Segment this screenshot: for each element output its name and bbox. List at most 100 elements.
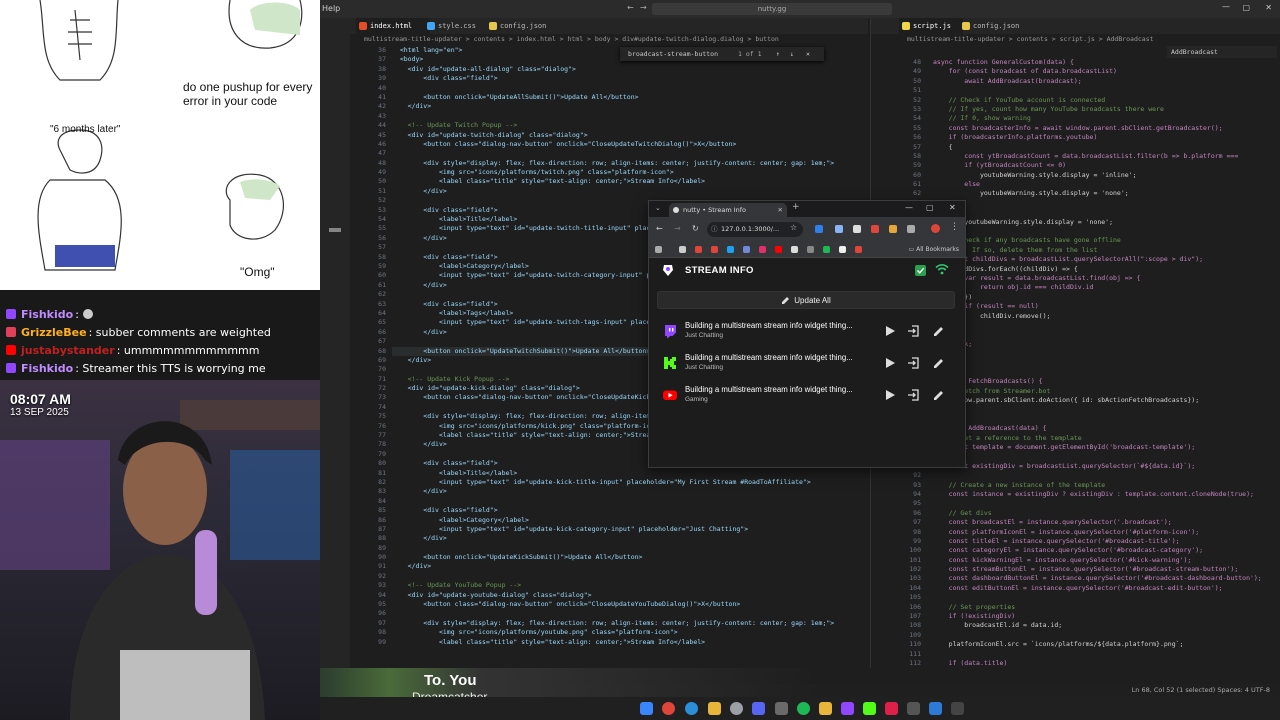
code-line[interactable]: </div> [392, 102, 868, 111]
extension-icon[interactable] [853, 225, 861, 233]
code-line[interactable]: childDivs.forEach((childDiv) => { [933, 265, 1280, 274]
code-line[interactable]: // Set properties [933, 603, 1280, 612]
code-line[interactable]: // Create a new instance of the template [933, 481, 1280, 490]
code-right[interactable]: async function GeneralCustom(data) { for… [933, 58, 1280, 668]
explorer-taskbar-icon[interactable] [708, 702, 721, 715]
find-input[interactable]: broadcast-stream-button [628, 47, 718, 61]
code-line[interactable]: const kickWarningEl = instance.querySele… [933, 556, 1280, 565]
code-line[interactable] [392, 149, 868, 158]
extension-icon[interactable] [815, 225, 823, 233]
find-prev-icon[interactable]: ↑ [776, 47, 780, 61]
code-line[interactable] [933, 650, 1280, 659]
bookmark-icon[interactable] [679, 246, 686, 253]
code-line[interactable] [392, 84, 868, 93]
code-line[interactable]: <!-- Update YouTube Popup --> [392, 581, 868, 590]
find-close-icon[interactable]: ✕ [806, 47, 810, 61]
code-line[interactable]: // Check if YouTube account is connected [933, 96, 1280, 105]
code-line[interactable]: const platformIconEl = instance.querySel… [933, 528, 1280, 537]
tab-search-icon[interactable]: ⌄ [655, 204, 661, 212]
code-line[interactable]: <div class="field"> [392, 506, 868, 515]
code-line[interactable]: <div id="update-all-dialog" class="dialo… [392, 65, 868, 74]
forward-icon[interactable]: → [674, 224, 681, 233]
code-line[interactable]: const ytBroadcastCount = data.broadcastL… [933, 152, 1280, 161]
code-line[interactable]: // Check if any broadcasts have gone off… [933, 236, 1280, 245]
bookmark-icon[interactable] [743, 246, 750, 253]
code-line[interactable]: else [933, 180, 1280, 189]
find-widget[interactable]: broadcast-stream-button 1 of 1 ↑ ↓ ✕ [620, 47, 824, 61]
code-line[interactable] [933, 227, 1280, 236]
tab-config-json[interactable]: config.json [486, 18, 562, 34]
code-line[interactable]: const editButtonEl = instance.querySelec… [933, 584, 1280, 593]
code-line[interactable] [933, 499, 1280, 508]
code-line[interactable]: </div> [392, 562, 868, 571]
code-line[interactable]: else [933, 208, 1280, 217]
code-line[interactable]: const broadcasterInfo = await window.par… [933, 124, 1280, 133]
code-line[interactable]: await AddBroadcast(broadcast); [933, 77, 1280, 86]
extension-icon[interactable] [889, 225, 897, 233]
code-line[interactable]: <img src="icons/platforms/youtube.png" c… [392, 628, 868, 637]
code-line[interactable]: }) [933, 293, 1280, 302]
code-line[interactable]: } [933, 330, 1280, 339]
code-line[interactable] [933, 415, 1280, 424]
bookmark-icon[interactable] [711, 246, 718, 253]
find-next-icon[interactable]: ↓ [790, 47, 794, 61]
site-info-icon[interactable]: ⓘ [711, 222, 718, 237]
code-line[interactable]: function FetchBroadcasts() { [933, 377, 1280, 386]
bookmark-icon[interactable] [695, 246, 702, 253]
bookmark-star-icon[interactable]: ☆ [790, 223, 797, 232]
window-minimize-icon[interactable]: — [1222, 2, 1230, 11]
new-tab-icon[interactable]: + [792, 202, 800, 212]
code-line[interactable]: const dashboardButtonEl = instance.query… [933, 574, 1280, 583]
extension-icon[interactable] [871, 225, 879, 233]
code-line[interactable]: // If so, delete them from the list [933, 246, 1280, 255]
code-line[interactable]: broadcastEl.id = data.id; [933, 621, 1280, 630]
bookmark-icon[interactable] [839, 246, 846, 253]
app-taskbar-icon[interactable] [819, 702, 832, 715]
code-line[interactable]: <div id="update-twitch-dialog" class="di… [392, 131, 868, 140]
app-taskbar-icon[interactable] [951, 702, 964, 715]
code-line[interactable]: <div id="update-youtube-dialog" class="d… [392, 591, 868, 600]
bookmark-icon[interactable] [807, 246, 814, 253]
menu-help[interactable]: Help [322, 4, 340, 13]
settings-taskbar-icon[interactable] [730, 702, 743, 715]
code-line[interactable]: } [933, 199, 1280, 208]
code-line[interactable]: window.parent.sbClient.doAction({ id: sb… [933, 396, 1280, 405]
code-line[interactable]: const broadcastEl = instance.querySelect… [933, 518, 1280, 527]
spotify-taskbar-icon[interactable] [797, 702, 810, 715]
code-line[interactable] [392, 609, 868, 618]
code-line[interactable]: <button class="dialog-nav-button" onclic… [392, 140, 868, 149]
bookmark-icon[interactable] [791, 246, 798, 253]
broadcast-stream-button[interactable] [883, 324, 897, 338]
code-line[interactable] [392, 112, 868, 121]
broadcast-edit-button[interactable] [932, 388, 946, 402]
code-line[interactable] [392, 497, 868, 506]
chrome-taskbar-icon[interactable] [662, 702, 675, 715]
code-line[interactable] [392, 544, 868, 553]
profile-avatar[interactable] [931, 224, 940, 233]
back-icon[interactable]: ← [656, 224, 663, 233]
code-line[interactable]: const existingDiv = broadcastList.queryS… [933, 462, 1280, 471]
code-line[interactable]: <label class="title" style="text-align: … [392, 177, 868, 186]
window-maximize-icon[interactable]: ▢ [926, 203, 934, 212]
browser-tab[interactable]: nutty • Stream Info ✕ [669, 203, 787, 217]
code-line[interactable]: const template = document.getElementById… [933, 443, 1280, 452]
code-line[interactable]: if (!existingDiv) [933, 612, 1280, 621]
code-line[interactable]: <div style="display: flex; flex-directio… [392, 619, 868, 628]
code-line[interactable]: <button onclick="UpdateAllSubmit()">Upda… [392, 93, 868, 102]
address-bar[interactable]: ⓘ 127.0.0.1:3000/... [707, 222, 803, 237]
code-line[interactable]: childDiv.remove(); [933, 312, 1280, 321]
code-line[interactable] [933, 452, 1280, 461]
code-line[interactable]: </div> [392, 534, 868, 543]
code-line[interactable] [933, 349, 1280, 358]
code-line[interactable]: // Get a reference to the template [933, 434, 1280, 443]
bookmark-icon[interactable] [823, 246, 830, 253]
code-line[interactable]: for (const broadcast of data.broadcastLi… [933, 67, 1280, 76]
window-maximize-icon[interactable]: ▢ [1242, 3, 1250, 12]
code-line[interactable]: youtubeWarning.style.display = 'none'; [933, 218, 1280, 227]
code-line[interactable] [933, 593, 1280, 602]
code-line[interactable]: <input type="text" id="update-kick-title… [392, 478, 868, 487]
code-line[interactable]: <button onclick="UpdateKickSubmit()">Upd… [392, 553, 868, 562]
code-line[interactable]: <label class="title" style="text-align: … [392, 638, 868, 647]
start-icon[interactable] [640, 702, 653, 715]
breadcrumb-right[interactable]: multistream-title-updater > contents > s… [871, 34, 1280, 45]
